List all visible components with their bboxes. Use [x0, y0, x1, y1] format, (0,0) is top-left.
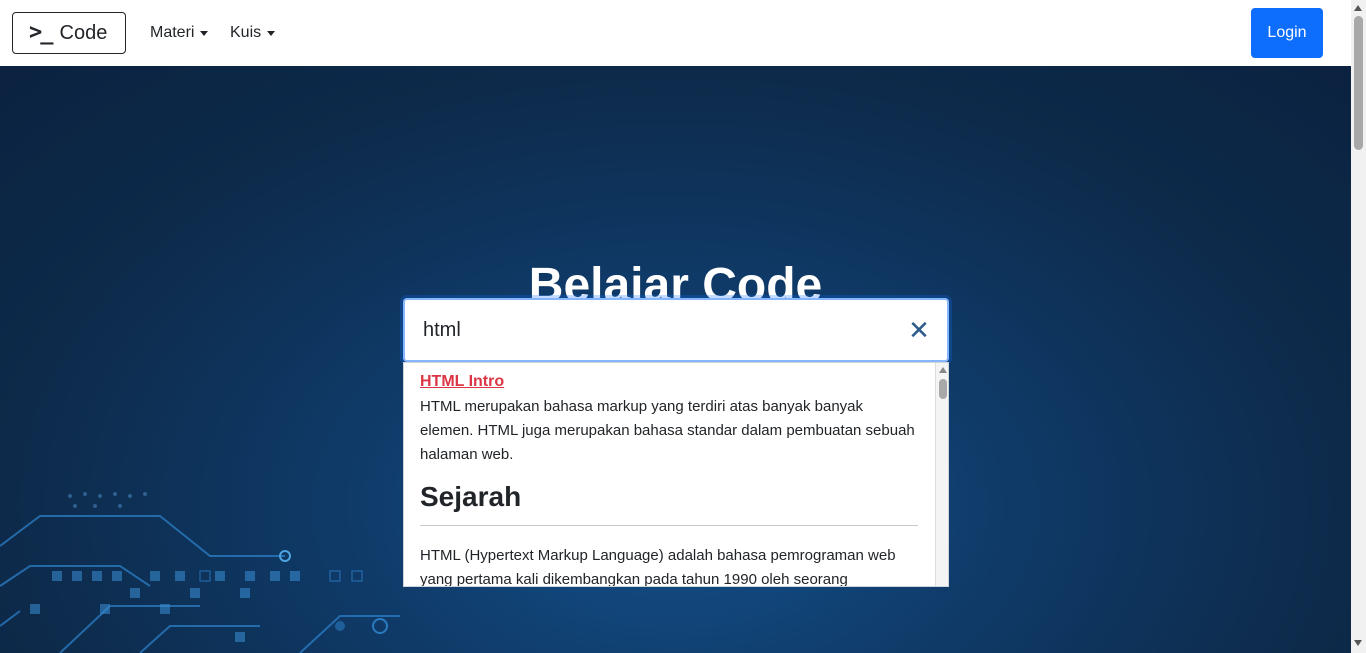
- nav-dropdown-materi[interactable]: Materi: [150, 24, 209, 42]
- results-scrollbar[interactable]: [935, 363, 948, 586]
- scroll-up-icon[interactable]: [1354, 5, 1362, 11]
- nav-dropdown-label: Kuis: [230, 24, 262, 41]
- result-title-link[interactable]: HTML Intro: [420, 373, 504, 391]
- page-scrollbar[interactable]: [1351, 0, 1366, 653]
- brand-text: Code: [59, 21, 108, 44]
- nav-dropdown-kuis[interactable]: Kuis: [230, 24, 276, 42]
- results-scroll-thumb[interactable]: [939, 379, 947, 399]
- navbar: >_ Code Materi Kuis Login: [0, 0, 1351, 66]
- result-paragraph: HTML (Hypertext Markup Language) adalah …: [420, 547, 896, 587]
- result-section-heading: Sejarah: [420, 481, 522, 512]
- terminal-icon: >_: [29, 20, 53, 45]
- scroll-down-icon[interactable]: [1354, 640, 1362, 646]
- brand-logo-link[interactable]: >_ Code: [12, 12, 126, 54]
- search-input[interactable]: [423, 300, 893, 360]
- login-button[interactable]: Login: [1251, 8, 1323, 58]
- caret-down-icon: [200, 30, 209, 36]
- search-results-dropdown: HTML Intro HTML merupakan bahasa markup …: [403, 362, 949, 587]
- page-scroll-thumb[interactable]: [1354, 16, 1363, 150]
- result-description: HTML merupakan bahasa markup yang terdir…: [420, 398, 915, 463]
- caret-down-icon: [267, 30, 276, 36]
- search-box: ✕: [403, 298, 949, 362]
- search-result-item: HTML Intro HTML merupakan bahasa markup …: [420, 373, 918, 587]
- nav-dropdown-label: Materi: [150, 24, 195, 41]
- close-icon[interactable]: ✕: [905, 315, 933, 345]
- result-divider: [420, 525, 918, 526]
- scroll-up-icon[interactable]: [939, 367, 947, 373]
